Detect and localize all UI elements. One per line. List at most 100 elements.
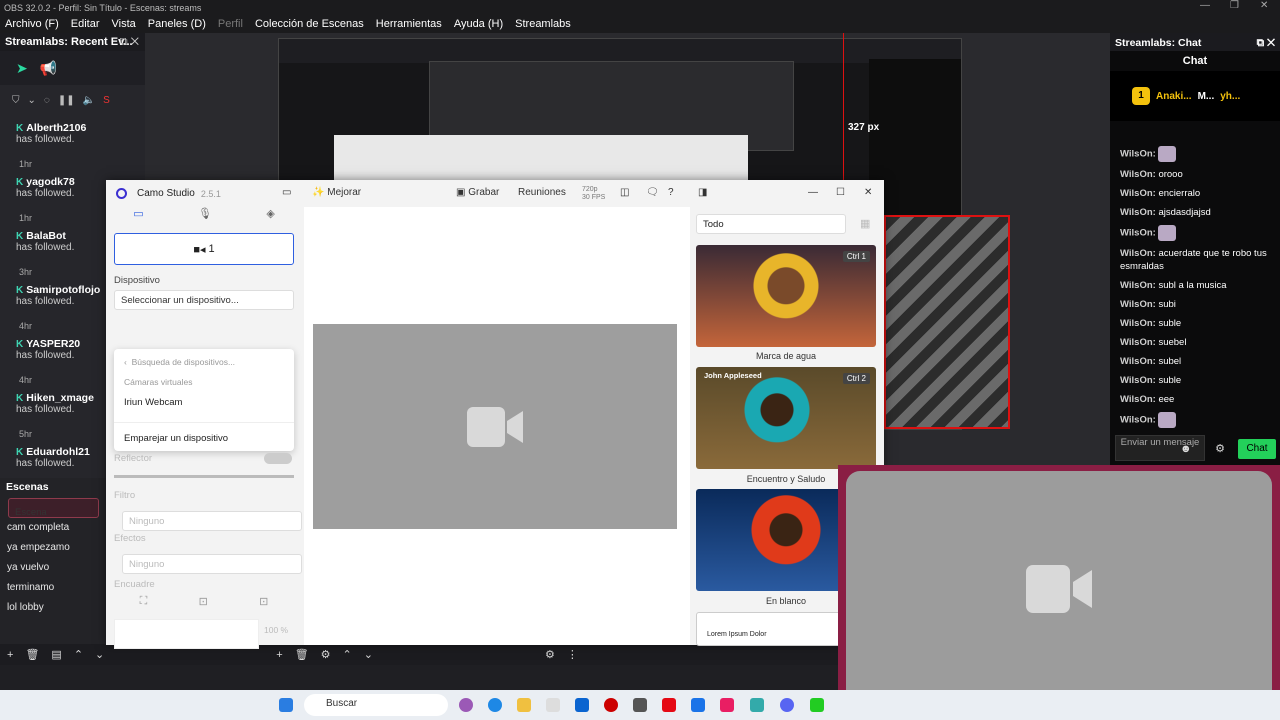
reflector-slider[interactable] bbox=[114, 475, 294, 478]
mixer-gear-icon[interactable]: ⚙ bbox=[545, 648, 555, 661]
event-user: Alberth2106 bbox=[26, 122, 87, 134]
scene-item[interactable]: lol lobby bbox=[0, 598, 107, 618]
notifications-icon[interactable]: 🗨 bbox=[646, 187, 659, 198]
menu-editar[interactable]: Editar bbox=[71, 18, 100, 30]
gear-icon[interactable]: ⚙ bbox=[321, 648, 331, 661]
mejorar-button[interactable]: ✨ Mejorar bbox=[312, 187, 361, 198]
kick-icon: K bbox=[16, 123, 24, 134]
maximize-icon[interactable]: ☐ bbox=[836, 187, 845, 198]
dropdown-item-iriun[interactable]: Iriun Webcam bbox=[114, 389, 294, 416]
scene-item[interactable]: cam completa bbox=[0, 518, 107, 538]
discord-icon[interactable] bbox=[780, 698, 794, 712]
scene-item[interactable]: ya vuelvo bbox=[0, 558, 107, 578]
menu-ayuda[interactable]: Ayuda (H) bbox=[454, 18, 503, 30]
reuniones-button[interactable]: Reuniones bbox=[518, 187, 566, 198]
menu-vista[interactable]: Vista bbox=[112, 18, 136, 30]
sidebar-toggle-icon[interactable]: ▭ bbox=[282, 187, 291, 198]
tab-layers-icon[interactable]: ◈ bbox=[266, 207, 274, 229]
folder-icon[interactable] bbox=[517, 698, 531, 712]
close-icon[interactable]: ✕ bbox=[1260, 0, 1268, 11]
shortcut-badge: Ctrl 2 bbox=[842, 373, 870, 384]
minimize-icon[interactable]: — bbox=[1200, 0, 1210, 11]
overlay-card[interactable]: Ctrl 1 bbox=[696, 245, 876, 347]
opera-icon[interactable] bbox=[604, 698, 618, 712]
minimize-icon[interactable]: — bbox=[808, 187, 818, 198]
scene-item[interactable]: terminamo bbox=[0, 578, 107, 598]
app-icon[interactable] bbox=[691, 698, 705, 712]
efectos-label: Efectos bbox=[114, 533, 146, 544]
outlook-icon[interactable] bbox=[575, 698, 589, 712]
store-icon[interactable] bbox=[546, 698, 560, 712]
encuadre-label: Encuadre bbox=[114, 579, 155, 590]
frame-auto-icon[interactable]: ⛶ bbox=[140, 595, 148, 615]
overlay-card[interactable]: John Appleseed Ctrl 2 bbox=[696, 367, 876, 469]
event-action: has followed. bbox=[16, 242, 75, 253]
trash-icon[interactable]: 🗑 bbox=[25, 648, 39, 661]
source-add-icon[interactable]: + bbox=[276, 649, 282, 661]
tab-video-icon[interactable]: ▭ bbox=[133, 207, 143, 229]
up-icon[interactable]: ⌃ bbox=[74, 648, 83, 661]
grid-view-icon[interactable]: ▦ bbox=[860, 217, 870, 230]
filtro-select[interactable]: Ninguno bbox=[122, 511, 302, 531]
add-icon[interactable]: + bbox=[7, 649, 13, 661]
emoji-icon[interactable]: ☻ bbox=[1180, 443, 1192, 455]
chat-message: WilsOn: eee bbox=[1110, 390, 1280, 409]
down-icon[interactable]: ⌄ bbox=[95, 648, 104, 661]
grabar-button[interactable]: ▣ Grabar bbox=[456, 187, 499, 198]
app-icon[interactable] bbox=[810, 698, 824, 712]
close-icon[interactable]: ✕ bbox=[864, 187, 872, 198]
pause-icon[interactable]: ❚❚ bbox=[58, 95, 75, 106]
dock-close-icon[interactable]: ⧉ ✕ bbox=[120, 36, 139, 49]
edge-icon[interactable] bbox=[488, 698, 502, 712]
menu-coleccion[interactable]: Colección de Escenas bbox=[255, 18, 364, 30]
menu-herramientas[interactable]: Herramientas bbox=[376, 18, 442, 30]
frame-group-icon[interactable]: ⊡ bbox=[259, 595, 268, 615]
shield-icon[interactable]: ⛉ bbox=[12, 95, 20, 106]
chat-message: WilsOn: ajsdasdjajsd bbox=[1110, 203, 1280, 222]
reflector-toggle[interactable] bbox=[264, 453, 292, 464]
gear-icon[interactable]: ⚙ bbox=[1215, 442, 1225, 455]
chat-send-button[interactable]: Chat bbox=[1238, 439, 1276, 459]
volume-icon[interactable]: 🔈 bbox=[83, 95, 95, 106]
overlay-filter-select[interactable]: Todo bbox=[696, 214, 846, 234]
selected-source-box[interactable] bbox=[884, 215, 1010, 429]
chat-user: WilsOn: bbox=[1120, 207, 1156, 218]
layout-icon[interactable]: ◫ bbox=[620, 187, 629, 198]
scene-item[interactable]: Escena bbox=[8, 498, 99, 518]
chat-message: WilsOn: suble bbox=[1110, 371, 1280, 390]
netflix-icon[interactable] bbox=[662, 698, 676, 712]
maximize-icon[interactable]: ❐ bbox=[1230, 0, 1239, 11]
eye-off-icon[interactable]: ◌ bbox=[44, 95, 50, 106]
start-icon[interactable] bbox=[279, 698, 293, 712]
app-icon[interactable] bbox=[459, 698, 473, 712]
help-icon[interactable]: ? bbox=[668, 187, 674, 198]
dispositivo-select[interactable]: Seleccionar un dispositivo... bbox=[114, 290, 294, 310]
obs-icon[interactable] bbox=[633, 698, 647, 712]
source-up-icon[interactable]: ⌃ bbox=[343, 648, 352, 661]
frame-person-icon[interactable]: ⊡ bbox=[199, 595, 208, 615]
send-icon[interactable]: ➤ bbox=[16, 60, 28, 77]
recent-events-title: Streamlabs: Recent Ev... bbox=[5, 36, 133, 48]
filter-icon[interactable]: ▤ bbox=[51, 648, 61, 661]
dock-close-icon[interactable]: ⧉ ✕ bbox=[1257, 37, 1275, 50]
app-icon[interactable] bbox=[720, 698, 734, 712]
app-icon[interactable] bbox=[750, 698, 764, 712]
efectos-select[interactable]: Ninguno bbox=[122, 554, 302, 574]
megaphone-icon[interactable]: 📢 bbox=[40, 60, 57, 77]
scene-item[interactable]: ya empezamo bbox=[0, 538, 107, 558]
panel-icon[interactable]: ◨ bbox=[698, 187, 707, 198]
menu-perfil[interactable]: Perfil bbox=[218, 18, 243, 30]
more-icon[interactable]: ⋮ bbox=[567, 648, 578, 661]
taskbar-search[interactable]: Buscar bbox=[304, 694, 448, 716]
chevron-down-icon[interactable]: ⌄ bbox=[28, 95, 36, 106]
overlay-caption: Marca de agua bbox=[755, 351, 817, 361]
menu-archivo[interactable]: Archivo (F) bbox=[5, 18, 59, 30]
menu-paneles[interactable]: Paneles (D) bbox=[148, 18, 206, 30]
camera-selector[interactable]: ■◂ 1 bbox=[114, 233, 294, 265]
dropdown-item-pair[interactable]: Emparejar un dispositivo bbox=[114, 422, 294, 454]
source-down-icon[interactable]: ⌄ bbox=[364, 648, 373, 661]
skip-icon[interactable]: S bbox=[103, 95, 110, 106]
menu-streamlabs[interactable]: Streamlabs bbox=[515, 18, 571, 30]
tab-audio-icon[interactable]: 🎙 bbox=[198, 207, 212, 229]
source-trash-icon[interactable]: 🗑 bbox=[295, 648, 309, 661]
